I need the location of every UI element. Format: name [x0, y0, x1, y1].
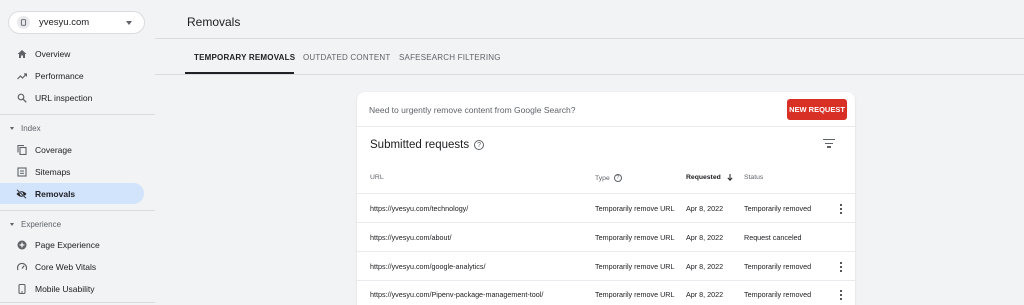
sidebar-item-label: Mobile Usability [35, 283, 95, 294]
row-type: Temporarily remove URL [595, 290, 675, 299]
row-status: Temporarily removed [744, 204, 812, 213]
tab-temporary-removals[interactable]: TEMPORARY REMOVALS [194, 53, 295, 62]
sidebar-item-label: Coverage [35, 144, 72, 155]
sitemap-icon [16, 166, 27, 177]
row-divider [357, 280, 855, 281]
section-label: Experience [21, 219, 62, 229]
sidebar-item-label: Core Web Vitals [35, 261, 97, 272]
header-divider [155, 38, 1024, 39]
property-label: yvesyu.com [39, 17, 90, 28]
section-label: Index [21, 123, 41, 133]
add-circle-icon [16, 239, 27, 250]
help-icon[interactable]: ? [613, 174, 622, 182]
row-requested: Apr 8, 2022 [686, 290, 724, 299]
row-url[interactable]: https://yvesyu.com/technology/ [370, 204, 468, 213]
site-icon [17, 16, 30, 29]
submitted-requests-heading: Submitted requests ? [370, 139, 485, 151]
row-divider [357, 251, 855, 252]
urgent-removal-banner: Need to urgently remove content from Goo… [357, 92, 855, 127]
new-request-button[interactable]: NEW REQUEST [787, 99, 847, 120]
sidebar-item-label: Removals [35, 188, 76, 199]
row-url[interactable]: https://yvesyu.com/Pipenv-package-manage… [370, 290, 543, 299]
removals-card: Need to urgently remove content from Goo… [357, 92, 855, 305]
trending-up-icon [16, 70, 27, 81]
collapse-icon [10, 222, 14, 226]
sidebar-item-label: Sitemaps [35, 166, 71, 177]
sidebar-item-core-web-vitals[interactable]: Core Web Vitals [0, 256, 144, 277]
search-icon [16, 92, 27, 103]
sidebar-item-performance[interactable]: Performance [0, 65, 144, 86]
row-url[interactable]: https://yvesyu.com/google-analytics/ [370, 262, 485, 271]
phone-icon [16, 283, 27, 294]
column-header-type[interactable]: Type ? [595, 174, 622, 182]
visibility-off-icon [16, 188, 27, 199]
sidebar-item-overview[interactable]: Overview [0, 43, 144, 64]
sidebar: yvesyu.com Overview Performance URL insp… [0, 0, 155, 305]
row-type: Temporarily remove URL [595, 204, 675, 213]
sidebar-item-label: URL inspection [35, 92, 93, 103]
row-status: Request canceled [744, 233, 802, 242]
collapse-icon [10, 126, 14, 130]
help-icon[interactable]: ? [474, 140, 485, 150]
sidebar-item-label: Page Experience [35, 239, 100, 250]
sidebar-item-label: Performance [35, 70, 84, 81]
sidebar-divider [0, 210, 155, 211]
home-icon [16, 48, 27, 59]
more-options-icon[interactable] [840, 204, 843, 215]
sidebar-item-coverage[interactable]: Coverage [0, 139, 144, 160]
row-type: Temporarily remove URL [595, 262, 675, 271]
more-options-icon[interactable] [840, 290, 843, 301]
row-type: Temporarily remove URL [595, 233, 675, 242]
column-header-url: URL [370, 174, 384, 181]
column-header-status: Status [744, 174, 764, 181]
speed-icon [16, 261, 27, 272]
row-requested: Apr 8, 2022 [686, 204, 724, 213]
sidebar-item-sitemaps[interactable]: Sitemaps [0, 161, 144, 182]
section-experience-toggle[interactable]: Experience [10, 218, 61, 230]
row-url[interactable]: https://yvesyu.com/about/ [370, 233, 452, 242]
sidebar-item-label: Overview [35, 48, 71, 59]
sort-arrow-down-icon [727, 174, 733, 181]
column-header-requested-label: Requested [686, 174, 721, 181]
tab-safesearch-filtering[interactable]: SAFESEARCH FILTERING [399, 53, 501, 62]
sidebar-divider [0, 302, 155, 303]
column-header-requested[interactable]: Requested [686, 174, 733, 181]
tabs-divider [155, 74, 1024, 75]
filter-icon[interactable] [823, 139, 835, 149]
section-index-toggle[interactable]: Index [10, 122, 41, 134]
sidebar-divider [0, 114, 155, 115]
row-divider [357, 222, 855, 223]
row-divider [357, 193, 855, 194]
submitted-requests-title: Submitted requests [370, 139, 470, 151]
main-content: Removals TEMPORARY REMOVALS OUTDATED CON… [155, 0, 1024, 305]
page-title: Removals [187, 15, 241, 29]
row-status: Temporarily removed [744, 290, 812, 299]
more-options-icon[interactable] [840, 262, 843, 273]
sidebar-item-removals[interactable]: Removals [0, 183, 144, 204]
banner-text: Need to urgently remove content from Goo… [369, 105, 576, 115]
sidebar-item-url-inspection[interactable]: URL inspection [0, 87, 144, 108]
row-requested: Apr 8, 2022 [686, 262, 724, 271]
sidebar-item-mobile-usability[interactable]: Mobile Usability [0, 278, 144, 299]
property-selector[interactable]: yvesyu.com [8, 11, 145, 34]
row-status: Temporarily removed [744, 262, 812, 271]
chevron-down-icon [126, 20, 132, 25]
tab-outdated-content[interactable]: OUTDATED CONTENT [303, 53, 391, 62]
column-header-type-label: Type [595, 174, 610, 182]
sidebar-item-page-experience[interactable]: Page Experience [0, 234, 144, 255]
row-requested: Apr 8, 2022 [686, 233, 724, 242]
file-copy-icon [16, 144, 27, 155]
